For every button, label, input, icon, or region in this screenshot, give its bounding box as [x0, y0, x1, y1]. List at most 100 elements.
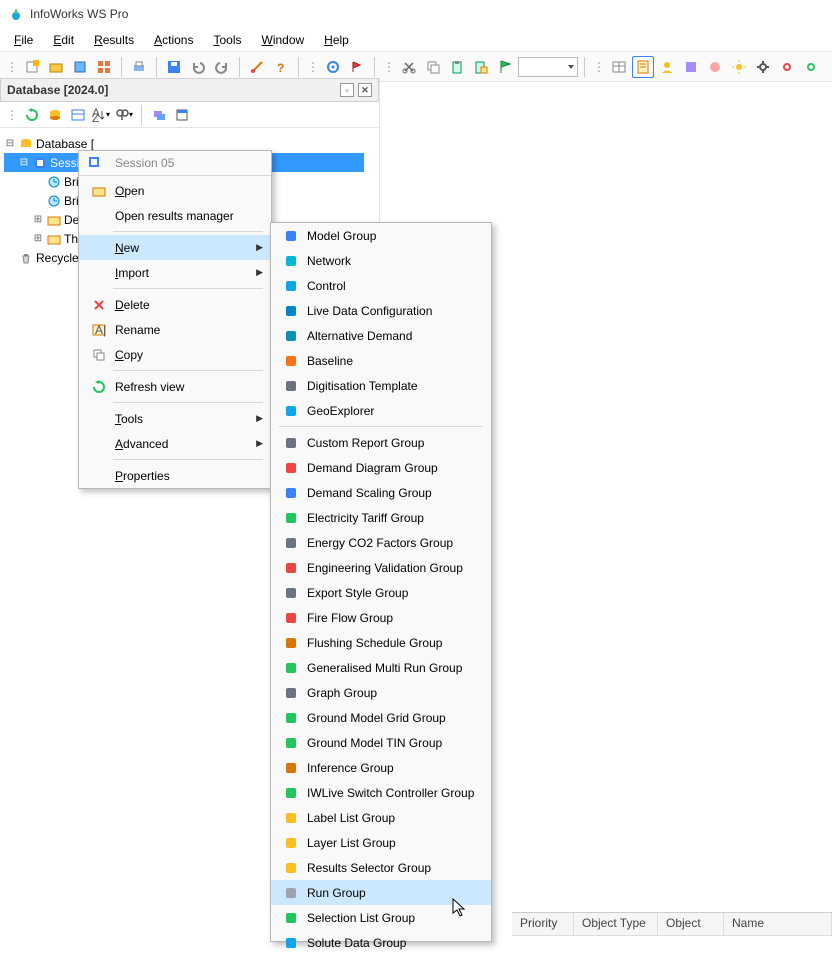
- tb-undo-icon[interactable]: [187, 56, 209, 78]
- submenu-label: Inference Group: [303, 761, 483, 775]
- collapse-icon[interactable]: ⊟: [4, 138, 16, 149]
- menu-window[interactable]: Window: [251, 31, 314, 49]
- col-name[interactable]: Name: [724, 913, 832, 936]
- tb-user-icon[interactable]: [656, 56, 678, 78]
- submenu-item-generalised-multi-run-group[interactable]: Generalised Multi Run Group: [271, 655, 491, 680]
- tb-print-icon[interactable]: [128, 56, 150, 78]
- tb-table-icon[interactable]: [608, 56, 630, 78]
- ctx-copy[interactable]: Copy: [79, 342, 271, 367]
- tb-grid-icon[interactable]: [93, 56, 115, 78]
- tb-notes-icon[interactable]: [632, 56, 654, 78]
- ctx-refresh[interactable]: Refresh view: [79, 374, 271, 399]
- ctx-new[interactable]: New▶: [79, 235, 271, 260]
- tb-copy-icon[interactable]: [422, 56, 444, 78]
- tb-help-icon[interactable]: ?: [270, 56, 292, 78]
- ctx-import[interactable]: Import▶: [79, 260, 271, 285]
- col-priority[interactable]: Priority: [512, 913, 574, 936]
- expand-icon[interactable]: ⊞: [32, 214, 44, 225]
- submenu-item-ground-model-grid-group[interactable]: Ground Model Grid Group: [271, 705, 491, 730]
- menu-file[interactable]: File: [4, 31, 43, 49]
- submenu-item-solute-data-group[interactable]: Solute Data Group: [271, 930, 491, 955]
- submenu-item-alternative-demand[interactable]: Alternative Demand: [271, 323, 491, 348]
- col-object-type[interactable]: Object Type: [574, 913, 658, 936]
- submenu-label: Generalised Multi Run Group: [303, 661, 483, 675]
- tb-paste-icon[interactable]: [446, 56, 468, 78]
- menu-actions[interactable]: Actions: [144, 31, 203, 49]
- ctx-open[interactable]: Open: [79, 178, 271, 203]
- panel-close-icon[interactable]: ✕: [358, 83, 372, 97]
- submenu-item-electricity-tariff-group[interactable]: Electricity Tariff Group: [271, 505, 491, 530]
- col-object[interactable]: Object: [658, 913, 724, 936]
- tb-open-icon[interactable]: [45, 56, 67, 78]
- submenu-item-control[interactable]: Control: [271, 273, 491, 298]
- submenu-item-inference-group[interactable]: Inference Group: [271, 755, 491, 780]
- submenu-item-export-style-group[interactable]: Export Style Group: [271, 580, 491, 605]
- submenu-item-baseline[interactable]: Baseline: [271, 348, 491, 373]
- tb-gear-icon[interactable]: [752, 56, 774, 78]
- submenu-item-results-selector-group[interactable]: Results Selector Group: [271, 855, 491, 880]
- submenu-item-label-list-group[interactable]: Label List Group: [271, 805, 491, 830]
- tb-cut-icon[interactable]: [398, 56, 420, 78]
- submenu-item-demand-scaling-group[interactable]: Demand Scaling Group: [271, 480, 491, 505]
- submenu-item-ground-model-tin-group[interactable]: Ground Model TIN Group: [271, 730, 491, 755]
- ptb-db-icon[interactable]: [45, 105, 65, 125]
- ctx-open-results[interactable]: Open results manager: [79, 203, 271, 228]
- ctx-advanced[interactable]: Advanced▶: [79, 431, 271, 456]
- submenu-item-flushing-schedule-group[interactable]: Flushing Schedule Group: [271, 630, 491, 655]
- ptb-sort-icon[interactable]: AZ▾: [91, 105, 111, 125]
- tb-gear3-icon[interactable]: [800, 56, 822, 78]
- submenu-item-energy-co2-factors-group[interactable]: Energy CO2 Factors Group: [271, 530, 491, 555]
- tb-3d-icon[interactable]: [69, 56, 91, 78]
- submenu-label: Flushing Schedule Group: [303, 636, 483, 650]
- tb-combo[interactable]: [518, 57, 578, 77]
- menu-tools[interactable]: Tools: [203, 31, 251, 49]
- menu-help[interactable]: Help: [314, 31, 359, 49]
- item-icon: [279, 836, 303, 850]
- ptb-window-icon[interactable]: [172, 105, 192, 125]
- submenu-item-geoexplorer[interactable]: GeoExplorer: [271, 398, 491, 423]
- tb-target-icon[interactable]: [322, 56, 344, 78]
- ptb-table-icon[interactable]: [68, 105, 88, 125]
- submenu-item-run-group[interactable]: Run Group: [271, 880, 491, 905]
- menubar: File Edit Results Actions Tools Window H…: [0, 28, 832, 52]
- ptb-refresh-icon[interactable]: [22, 105, 42, 125]
- submenu-item-live-data-configuration[interactable]: Live Data Configuration: [271, 298, 491, 323]
- submenu-item-network[interactable]: Network: [271, 248, 491, 273]
- expand-icon[interactable]: ⊞: [32, 233, 44, 244]
- submenu-item-demand-diagram-group[interactable]: Demand Diagram Group: [271, 455, 491, 480]
- submenu-item-layer-list-group[interactable]: Layer List Group: [271, 830, 491, 855]
- submenu-item-graph-group[interactable]: Graph Group: [271, 680, 491, 705]
- item-icon: [279, 586, 303, 600]
- tb-tool2-icon[interactable]: [704, 56, 726, 78]
- ctx-delete[interactable]: Delete: [79, 292, 271, 317]
- menu-edit[interactable]: Edit: [43, 31, 84, 49]
- tb-flag-icon[interactable]: [494, 56, 516, 78]
- ptb-layers-icon[interactable]: [149, 105, 169, 125]
- tb-tool1-icon[interactable]: [680, 56, 702, 78]
- submenu-label: Layer List Group: [303, 836, 483, 850]
- menu-results[interactable]: Results: [84, 31, 144, 49]
- submenu-item-selection-list-group[interactable]: Selection List Group: [271, 905, 491, 930]
- tb-gear2-icon[interactable]: [776, 56, 798, 78]
- ptb-find-icon[interactable]: ▾: [114, 105, 134, 125]
- tb-sun-icon[interactable]: [728, 56, 750, 78]
- tb-new-icon[interactable]: [21, 56, 43, 78]
- tb-flag-hand-icon[interactable]: [346, 56, 368, 78]
- item-icon: [279, 811, 303, 825]
- item-icon: [279, 329, 303, 343]
- submenu-item-fire-flow-group[interactable]: Fire Flow Group: [271, 605, 491, 630]
- submenu-item-iwlive-switch-controller-group[interactable]: IWLive Switch Controller Group: [271, 780, 491, 805]
- collapse-icon[interactable]: ⊟: [18, 157, 30, 168]
- tb-redo-icon[interactable]: [211, 56, 233, 78]
- tb-pasteapp-icon[interactable]: [470, 56, 492, 78]
- submenu-item-engineering-validation-group[interactable]: Engineering Validation Group: [271, 555, 491, 580]
- tb-save-icon[interactable]: [163, 56, 185, 78]
- panel-pin-icon[interactable]: ▫: [340, 83, 354, 97]
- ctx-properties[interactable]: Properties: [79, 463, 271, 488]
- submenu-item-digitisation-template[interactable]: Digitisation Template: [271, 373, 491, 398]
- ctx-rename[interactable]: A| Rename: [79, 317, 271, 342]
- submenu-item-model-group[interactable]: Model Group: [271, 223, 491, 248]
- tb-script-icon[interactable]: [246, 56, 268, 78]
- submenu-item-custom-report-group[interactable]: Custom Report Group: [271, 430, 491, 455]
- ctx-tools[interactable]: Tools▶: [79, 406, 271, 431]
